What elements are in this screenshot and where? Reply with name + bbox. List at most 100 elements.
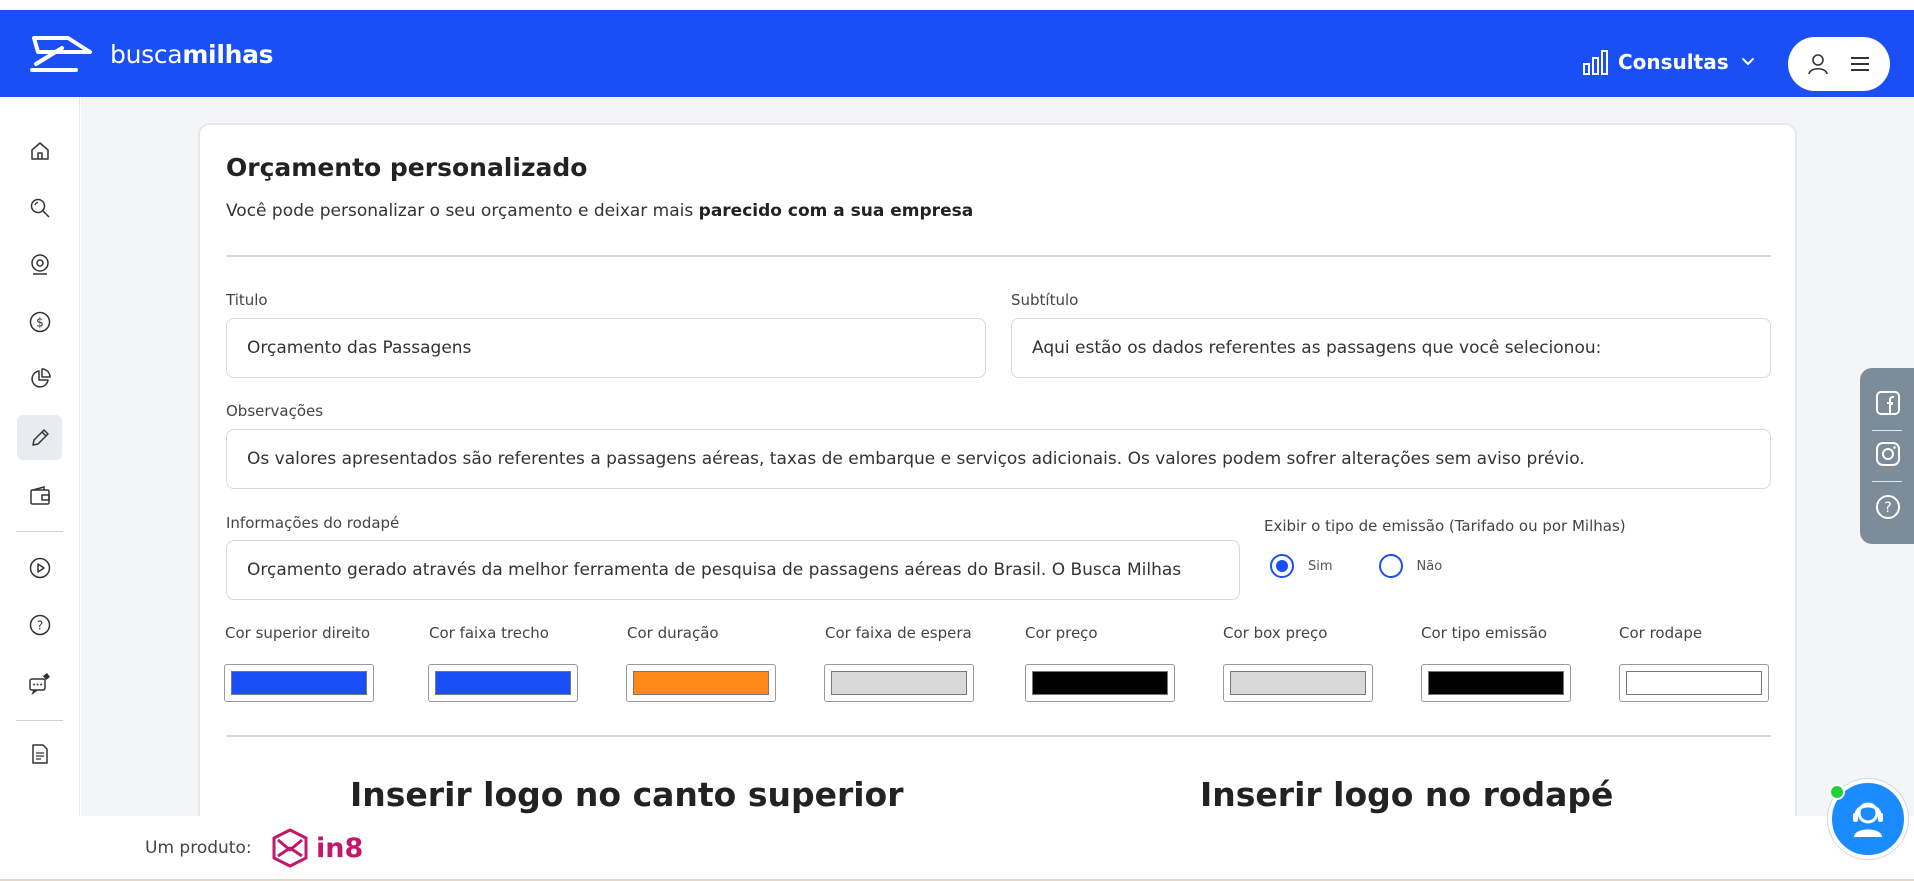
color-swatch[interactable] [1223, 664, 1373, 702]
color-fill [231, 671, 367, 695]
in8-logo-icon [272, 828, 308, 868]
radio-nao-label: Não [1416, 558, 1443, 574]
section-divider [226, 735, 1771, 737]
document-icon [31, 743, 48, 764]
section-divider [226, 255, 1771, 257]
buscamilhas-logo[interactable]: buscamilhas [28, 34, 274, 74]
user-menu-pill[interactable] [1788, 37, 1890, 91]
color-label: Cor faixa de espera [825, 624, 972, 642]
color-label: Cor tipo emissão [1421, 624, 1548, 642]
top-header: buscamilhas Consultas [0, 10, 1914, 97]
sidebar-item-videos[interactable] [17, 545, 62, 590]
sidebar-item-reports[interactable] [17, 356, 62, 401]
color-fill [1032, 671, 1168, 695]
sidebar-separator [16, 531, 63, 532]
subtitle-plain: Você pode personalizar o seu orçamento e… [226, 201, 699, 221]
color-label: Cor rodape [1619, 624, 1703, 642]
emissao-radio-group: Sim Não [1270, 554, 1442, 578]
social-links-bar: ? [1860, 368, 1914, 544]
footer-logo-heading: Inserir logo no rodapé [1200, 775, 1614, 814]
sidebar-item-documents[interactable] [17, 731, 62, 776]
color-label: Cor preço [1025, 624, 1098, 642]
emissao-label: Exibir o tipo de emissão (Tarifado ou po… [1264, 517, 1626, 535]
top-logo-heading: Inserir logo no canto superior [350, 775, 904, 814]
facebook-icon[interactable] [1875, 390, 1901, 416]
instagram-icon[interactable] [1875, 441, 1901, 467]
radio-nao[interactable] [1378, 554, 1403, 578]
color-label: Cor duração [627, 624, 719, 642]
airplane-logo-icon [30, 36, 92, 72]
color-swatch[interactable] [1421, 664, 1571, 702]
search-icon [30, 198, 50, 218]
user-icon[interactable] [1806, 52, 1830, 76]
color-swatch[interactable] [224, 664, 374, 702]
observacoes-label: Observações [226, 402, 324, 420]
chat-icon [28, 672, 50, 695]
color-fill [435, 671, 571, 695]
radio-selected-dot [1276, 560, 1288, 572]
sidebar-item-home[interactable] [17, 128, 62, 173]
social-separator [1872, 481, 1902, 482]
footer-product-label: Um produto: [145, 838, 252, 858]
help-circle-icon[interactable]: ? [1875, 494, 1901, 520]
chevron-down-icon [1741, 58, 1754, 66]
sidebar-item-wallet[interactable] [17, 473, 62, 518]
brand-name-bold: milhas [182, 39, 274, 69]
color-swatch[interactable] [1619, 664, 1769, 702]
location-icon [30, 253, 49, 275]
color-label: Cor box preço [1223, 624, 1328, 642]
in8-logo-text: in8 [316, 832, 364, 864]
rodape-input[interactable]: Orçamento gerado através da melhor ferra… [226, 540, 1240, 600]
titulo-label: Titulo [226, 291, 268, 309]
brand-name-light: busca [110, 39, 183, 69]
hamburger-menu-icon[interactable] [1848, 52, 1872, 76]
in8-logo[interactable]: in8 [270, 828, 363, 868]
color-label: Cor superior direito [225, 624, 371, 642]
color-swatch[interactable] [1025, 664, 1175, 702]
wallet-icon [29, 485, 50, 505]
color-fill [633, 671, 769, 695]
subtitulo-label: Subtítulo [1011, 291, 1079, 309]
sidebar-separator [16, 720, 63, 721]
color-fill [831, 671, 967, 695]
color-swatch[interactable] [428, 664, 578, 702]
radio-sim-label: Sim [1308, 558, 1333, 574]
sidebar-item-finance[interactable]: $ [17, 299, 62, 344]
subtitulo-input[interactable]: Aqui estão os dados referentes as passag… [1011, 318, 1771, 378]
radio-sim[interactable] [1270, 554, 1294, 578]
observacoes-input[interactable]: Os valores apresentados são referentes a… [226, 429, 1771, 489]
color-fill [1626, 671, 1762, 695]
dollar-icon: $ [29, 311, 50, 332]
sidebar-item-location[interactable] [17, 242, 62, 287]
help-icon: ? [29, 614, 50, 635]
brand-name: buscamilhas [110, 39, 274, 69]
pencil-icon [31, 428, 49, 446]
sidebar: $ ? [0, 97, 80, 816]
color-swatch[interactable] [824, 664, 974, 702]
support-agent-icon [1853, 802, 1883, 837]
sidebar-item-search[interactable] [17, 185, 62, 230]
page-footer: Um produto: in8 [0, 816, 1914, 881]
svg-text:?: ? [1884, 500, 1891, 516]
color-fill [1428, 671, 1564, 695]
sidebar-item-customize[interactable] [17, 415, 62, 460]
color-fill [1230, 671, 1366, 695]
subtitle-bold: parecido com a sua empresa [698, 201, 974, 221]
bar-chart-icon [1583, 50, 1608, 75]
social-separator [1872, 430, 1902, 431]
color-label: Cor faixa trecho [429, 624, 549, 642]
rodape-label: Informações do rodapé [226, 514, 400, 532]
svg-text:$: $ [36, 315, 44, 329]
sidebar-item-support[interactable] [17, 660, 62, 705]
home-icon [30, 141, 49, 160]
color-swatch[interactable] [626, 664, 776, 702]
top-strip [0, 0, 1914, 10]
consultas-menu[interactable]: Consultas [1582, 46, 1757, 78]
page-subtitle: Você pode personalizar o seu orçamento e… [226, 201, 973, 221]
pie-chart-icon [30, 367, 51, 388]
titulo-input[interactable]: Orçamento das Passagens [226, 318, 986, 378]
play-icon [29, 557, 50, 578]
sidebar-item-help[interactable]: ? [17, 602, 62, 647]
page-title: Orçamento personalizado [226, 153, 588, 182]
custom-quote-card: Orçamento personalizado Você pode person… [198, 123, 1797, 843]
